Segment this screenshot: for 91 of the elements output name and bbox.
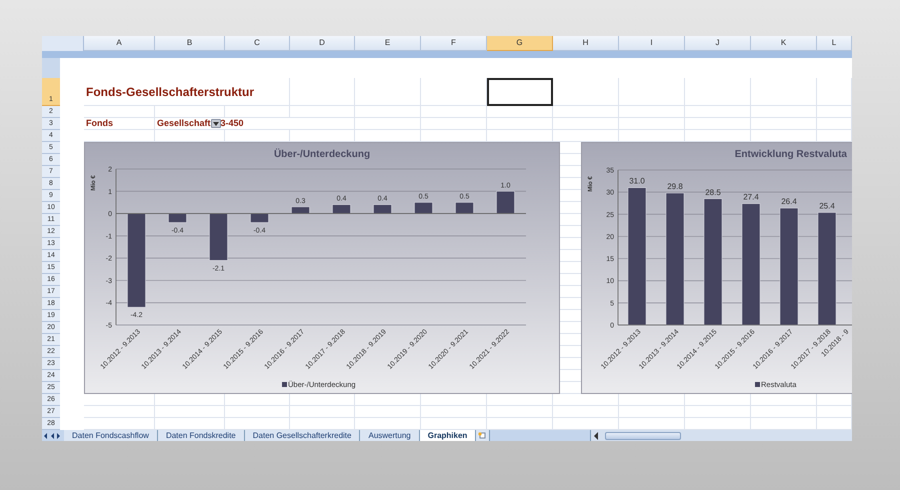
scrollbar-thumb[interactable] [605, 432, 682, 440]
bar [373, 204, 392, 214]
grid-cell[interactable] [619, 78, 685, 106]
data-label: 29.8 [667, 182, 683, 192]
grid-cell[interactable] [553, 406, 619, 418]
sheet-tab[interactable]: Auswertung [360, 430, 420, 441]
grid-cell[interactable] [355, 78, 421, 106]
column-header[interactable]: I [619, 36, 685, 51]
grid-cell[interactable] [421, 406, 487, 418]
sheet-navigation-icon[interactable] [43, 432, 61, 438]
legend-swatch-icon [755, 382, 760, 387]
grid-cell[interactable] [553, 118, 619, 130]
grid-cell[interactable] [553, 78, 619, 106]
grid-cell[interactable]: Fonds [84, 118, 155, 130]
bar [414, 202, 433, 214]
column-header[interactable]: K [751, 36, 817, 51]
select-all-button[interactable] [42, 36, 84, 51]
data-label: 26.4 [781, 197, 797, 206]
insert-sheet-icon[interactable] [478, 432, 488, 439]
grid-cell[interactable] [225, 106, 290, 118]
column-header[interactable]: H [553, 36, 619, 51]
grid-cell[interactable] [817, 118, 852, 130]
grid-cell[interactable] [84, 406, 155, 418]
column-header[interactable]: F [421, 36, 487, 51]
data-label: 31.0 [629, 176, 645, 186]
grid-cell[interactable] [487, 106, 553, 118]
grid-cell[interactable] [619, 406, 685, 418]
horizontal-scrollbar[interactable] [590, 430, 852, 441]
bar [250, 213, 269, 223]
bar [455, 202, 474, 214]
grid-cell[interactable]: Gesellschaft 3-450 [155, 118, 355, 130]
sheet-tab[interactable]: Daten Fondscashflow [64, 430, 158, 441]
grid-cell[interactable] [817, 78, 852, 106]
grid-cell[interactable] [487, 406, 553, 418]
grid-cell[interactable] [751, 78, 817, 106]
grid-cell[interactable] [685, 106, 751, 118]
bar [209, 213, 228, 261]
column-header[interactable]: E [355, 36, 421, 51]
sheet-tab[interactable]: Daten Gesellschafterkredite [244, 430, 360, 441]
grid-cell[interactable] [155, 106, 225, 118]
grid-cell[interactable] [619, 106, 685, 118]
column-header[interactable]: D [290, 36, 355, 51]
bar [496, 191, 515, 214]
selected-cell[interactable] [487, 78, 553, 106]
column-header[interactable]: G [487, 36, 553, 51]
grid-cell[interactable] [421, 106, 487, 118]
grid-cell[interactable] [487, 118, 553, 130]
cell-text: Fonds [85, 116, 113, 130]
grid-cell[interactable] [155, 406, 225, 418]
bar [168, 213, 187, 223]
grid-cell[interactable] [290, 78, 355, 106]
grid-cell[interactable] [355, 118, 421, 130]
chart-title: Entwicklung Restvaluta [734, 149, 847, 160]
grid-cell[interactable] [751, 106, 817, 118]
column-header[interactable]: J [685, 36, 751, 51]
chart-title: Über-/Unterdeckung [274, 149, 370, 160]
bar [332, 204, 351, 214]
grid-cell[interactable] [685, 118, 751, 130]
scroll-left-icon[interactable] [593, 432, 600, 440]
grid-cell[interactable] [225, 406, 290, 418]
grid-cell[interactable] [421, 78, 487, 106]
data-label: 28.5 [705, 188, 721, 197]
sheet-tab[interactable]: Daten Fondskredite [158, 430, 245, 441]
column-header[interactable]: B [155, 36, 225, 51]
grid-cell[interactable] [619, 118, 685, 130]
bar [291, 206, 310, 214]
data-label: 25.4 [819, 202, 835, 211]
cell-text: Gesellschaft [156, 116, 211, 130]
grid-cell[interactable] [817, 406, 852, 418]
grid-cell[interactable] [421, 118, 487, 130]
column-header[interactable]: C [225, 36, 290, 51]
grid-cell[interactable] [84, 106, 155, 118]
sheet-tab[interactable]: Graphiken [420, 430, 476, 441]
grid-cell[interactable] [751, 118, 817, 130]
grid-cell[interactable]: Fonds-Gesellschafterstruktur [84, 78, 290, 106]
dropdown-button[interactable] [210, 119, 221, 128]
cell-text: 3-450 [220, 116, 244, 130]
title-text: Fonds-Gesellschafterstruktur [85, 84, 254, 100]
grid-cell[interactable] [553, 106, 619, 118]
grid-cell[interactable] [355, 406, 421, 418]
grid-cell[interactable] [817, 106, 852, 118]
grid-cell[interactable] [355, 106, 421, 118]
grid-cell[interactable] [685, 78, 751, 106]
legend-swatch-icon [282, 382, 287, 387]
grid-cell[interactable] [290, 406, 355, 418]
data-label: 27.4 [743, 192, 759, 202]
grid-cell[interactable] [290, 106, 355, 118]
column-header[interactable]: A [84, 36, 155, 51]
grid-cell[interactable] [751, 406, 817, 418]
column-header[interactable]: L [817, 36, 852, 51]
grid-cell[interactable] [685, 406, 751, 418]
